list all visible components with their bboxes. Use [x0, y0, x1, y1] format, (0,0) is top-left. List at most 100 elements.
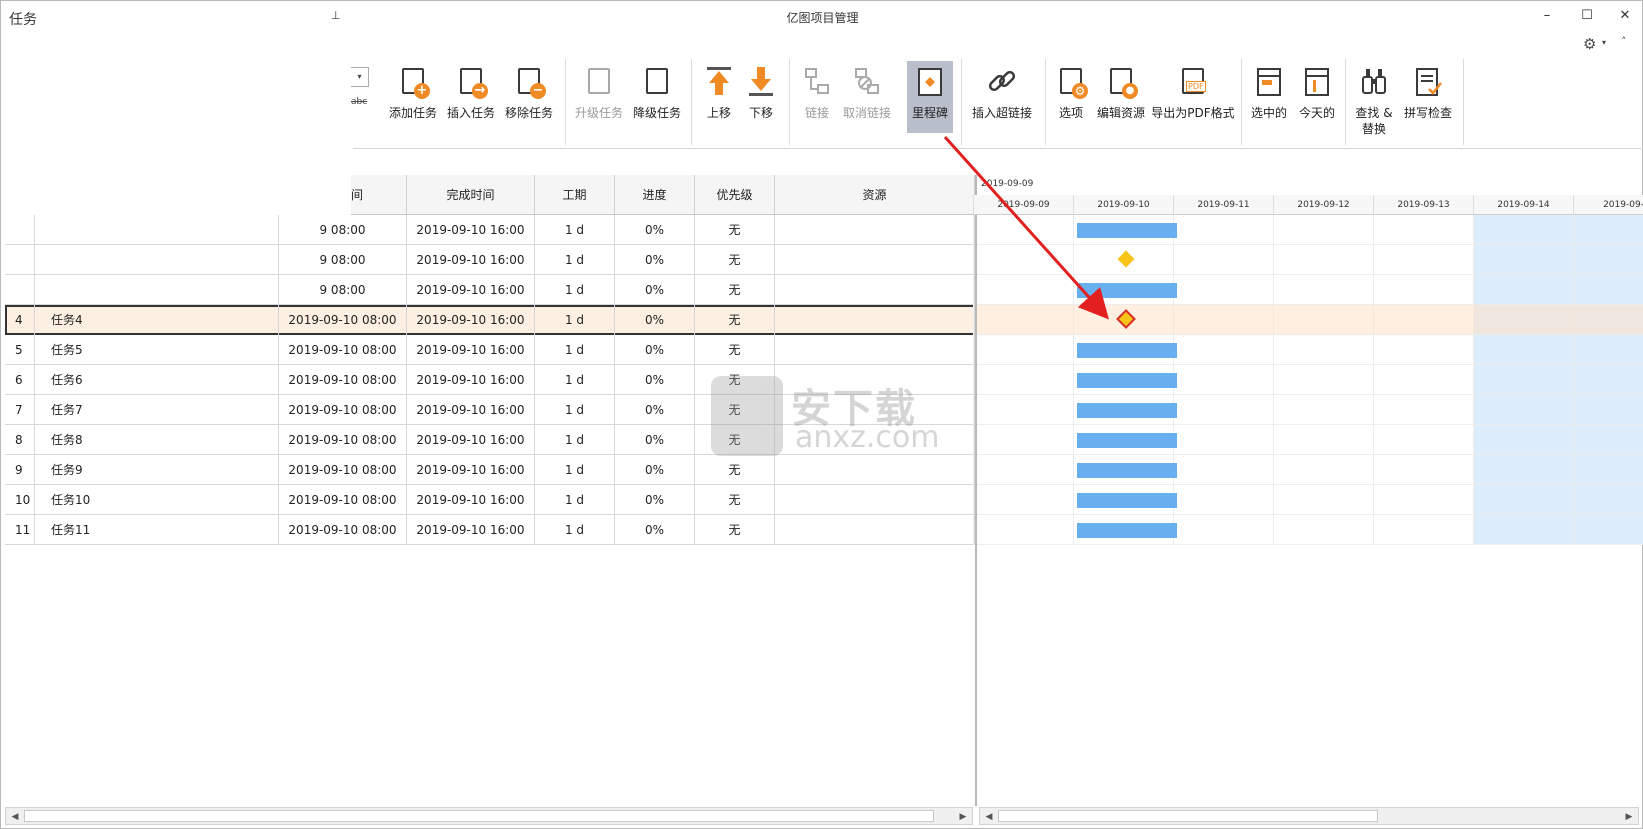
cell-start[interactable]: 2019-09-10 08:00 [279, 335, 407, 365]
column-header-start[interactable]: 间 [351, 175, 407, 215]
cell-finish[interactable]: 2019-09-10 16:00 [407, 425, 535, 455]
cell-start[interactable]: 2019-09-10 08:00 [279, 305, 407, 335]
cell-finish[interactable]: 2019-09-10 16:00 [407, 515, 535, 545]
table-row[interactable]: 9 08:00 2019-09-10 16:00 1 d 0% 无 [5, 215, 975, 245]
table-horizontal-scrollbar[interactable]: ◀ ▶ [5, 807, 973, 825]
cell-name[interactable] [35, 275, 279, 305]
cell-resource[interactable] [775, 485, 975, 515]
gantt-milestone-diamond[interactable] [1117, 250, 1135, 268]
insert-hyperlink-button[interactable]: 插入超链接 [967, 65, 1037, 145]
cell-start[interactable]: 9 08:00 [279, 245, 407, 275]
scroll-right-icon[interactable]: ▶ [1622, 810, 1636, 824]
cell-finish[interactable]: 2019-09-10 16:00 [407, 305, 535, 335]
cell-num[interactable]: 11 [5, 515, 35, 545]
cell-finish[interactable]: 2019-09-10 16:00 [407, 455, 535, 485]
cell-num[interactable]: 9 [5, 455, 35, 485]
table-row[interactable]: 11 任务11 2019-09-10 08:00 2019-09-10 16:00 1 … [5, 515, 975, 545]
unlink-button[interactable]: 取消链接 [839, 65, 895, 145]
cell-num[interactable] [5, 215, 35, 245]
pin-icon[interactable]: ⊥ [331, 9, 341, 22]
cell-name[interactable] [35, 215, 279, 245]
cell-name[interactable]: 任务11 [35, 515, 279, 545]
gantt-task-bar[interactable] [1077, 403, 1177, 418]
table-row[interactable]: 9 08:00 2019-09-10 16:00 1 d 0% 无 [5, 275, 975, 305]
cell-finish[interactable]: 2019-09-10 16:00 [407, 275, 535, 305]
cell-priority[interactable]: 无 [695, 515, 775, 545]
gantt-task-bar[interactable] [1077, 223, 1177, 238]
table-row[interactable]: 10 任务10 2019-09-10 08:00 2019-09-10 16:00 1 … [5, 485, 975, 515]
find-replace-button[interactable]: 查找 & 替换 [1351, 65, 1397, 145]
scroll-left-icon[interactable]: ◀ [8, 810, 22, 824]
cell-duration[interactable]: 1 d [535, 245, 615, 275]
move-up-button[interactable]: 上移 [699, 65, 739, 145]
cell-progress[interactable]: 0% [615, 365, 695, 395]
cell-resource[interactable] [775, 305, 975, 335]
cell-priority[interactable]: 无 [695, 215, 775, 245]
collapse-ribbon-icon[interactable]: ˄ [1621, 35, 1627, 48]
cell-resource[interactable] [775, 275, 975, 305]
column-header-priority[interactable]: 优先级 [695, 175, 775, 215]
cell-priority[interactable]: 无 [695, 275, 775, 305]
selected-button[interactable]: 选中的 [1247, 65, 1291, 145]
cell-num[interactable]: 10 [5, 485, 35, 515]
cell-finish[interactable]: 2019-09-10 16:00 [407, 395, 535, 425]
cell-start[interactable]: 2019-09-10 08:00 [279, 515, 407, 545]
remove-task-button[interactable]: − 移除任务 [503, 65, 555, 145]
table-row[interactable]: 9 任务9 2019-09-10 08:00 2019-09-10 16:00 1 d0… [5, 455, 975, 485]
settings-gear-icon[interactable]: ⚙ [1583, 35, 1596, 53]
milestone-button[interactable]: 里程碑 [907, 61, 953, 133]
gantt-task-bar[interactable] [1077, 373, 1177, 388]
scroll-thumb[interactable] [998, 810, 1378, 822]
cell-resource[interactable] [775, 455, 975, 485]
cell-name[interactable]: 任务8 [35, 425, 279, 455]
cell-name[interactable]: 任务5 [35, 335, 279, 365]
cell-priority[interactable]: 无 [695, 485, 775, 515]
cell-duration[interactable]: 1 d [535, 335, 615, 365]
table-row[interactable]: 5 任务5 2019-09-10 08:00 2019-09-10 16:00 1 d0… [5, 335, 975, 365]
close-button[interactable]: ✕ [1613, 6, 1637, 26]
cell-finish[interactable]: 2019-09-10 16:00 [407, 365, 535, 395]
add-task-button[interactable]: + 添加任务 [387, 65, 439, 145]
cell-start[interactable]: 9 08:00 [279, 275, 407, 305]
table-row[interactable]: 4 任务4 2019-09-10 08:00 2019-09-10 16:00 1 d0… [5, 305, 975, 335]
cell-num[interactable]: 8 [5, 425, 35, 455]
spell-check-button[interactable]: 拼写检查 [1401, 65, 1455, 145]
cell-progress[interactable]: 0% [615, 515, 695, 545]
cell-num[interactable] [5, 275, 35, 305]
cell-progress[interactable]: 0% [615, 275, 695, 305]
cell-duration[interactable]: 1 d [535, 275, 615, 305]
cell-resource[interactable] [775, 515, 975, 545]
cell-duration[interactable]: 1 d [535, 455, 615, 485]
cell-duration[interactable]: 1 d [535, 485, 615, 515]
export-pdf-button[interactable]: PDF 导出为PDF格式 [1151, 65, 1235, 145]
cell-finish[interactable]: 2019-09-10 16:00 [407, 335, 535, 365]
cell-duration[interactable]: 1 d [535, 395, 615, 425]
cell-num[interactable]: 5 [5, 335, 35, 365]
cell-progress[interactable]: 0% [615, 335, 695, 365]
gantt-horizontal-scrollbar[interactable]: ◀ ▶ [979, 807, 1639, 825]
cell-progress[interactable]: 0% [615, 305, 695, 335]
cell-start[interactable]: 2019-09-10 08:00 [279, 485, 407, 515]
options-button[interactable]: ⚙ 选项 [1051, 65, 1091, 145]
downgrade-task-button[interactable]: 降级任务 [631, 65, 683, 145]
scroll-thumb[interactable] [24, 810, 934, 822]
cell-resource[interactable] [775, 335, 975, 365]
link-button[interactable]: 链接 [797, 65, 837, 145]
gantt-task-bar[interactable] [1077, 493, 1177, 508]
cell-start[interactable]: 2019-09-10 08:00 [279, 365, 407, 395]
cell-finish[interactable]: 2019-09-10 16:00 [407, 485, 535, 515]
upgrade-task-button[interactable]: 升级任务 [573, 65, 625, 145]
cell-num[interactable]: 7 [5, 395, 35, 425]
cell-num[interactable]: 4 [5, 305, 35, 335]
gantt-task-bar[interactable] [1077, 523, 1177, 538]
cell-name[interactable]: 任务10 [35, 485, 279, 515]
cell-priority[interactable]: 无 [695, 305, 775, 335]
column-header-resource[interactable]: 资源 [775, 175, 975, 215]
cell-start[interactable]: 9 08:00 [279, 215, 407, 245]
cell-name[interactable] [35, 245, 279, 275]
cell-start[interactable]: 2019-09-10 08:00 [279, 395, 407, 425]
cell-progress[interactable]: 0% [615, 215, 695, 245]
strikethrough-icon[interactable]: abc [351, 97, 367, 107]
column-header-progress[interactable]: 进度 [615, 175, 695, 215]
cell-duration[interactable]: 1 d [535, 425, 615, 455]
